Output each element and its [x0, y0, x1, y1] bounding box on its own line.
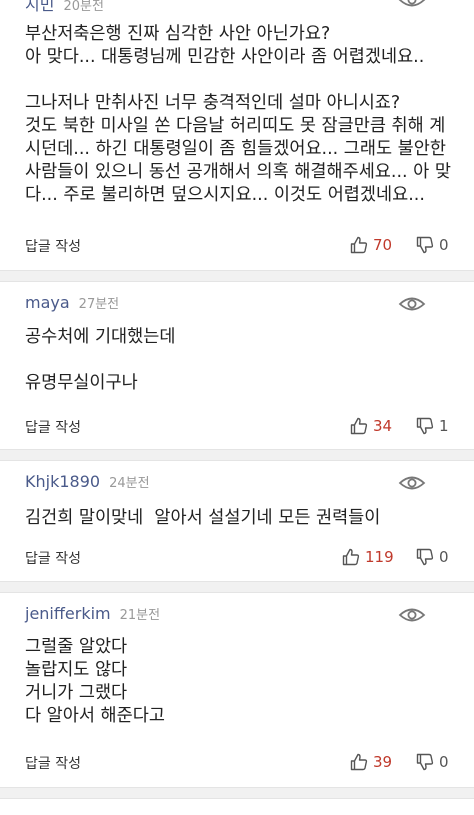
- comment-author[interactable]: Khjk1890: [25, 472, 100, 491]
- reply-button[interactable]: 답글 작성: [25, 236, 81, 256]
- like-count: 119: [365, 548, 394, 566]
- comment-time: 21분전: [119, 608, 161, 623]
- thumbs-down-icon: [416, 417, 434, 435]
- comment-divider: [0, 787, 474, 799]
- comment-body: 공수처에 기대했는데 유명무실이구나: [25, 327, 176, 393]
- thumbs-down-icon: [416, 548, 434, 566]
- dislike-button[interactable]: 1: [416, 416, 449, 436]
- comment-body: 김건희 말이맞네 알아서 설설기네 모든 권력들이: [25, 508, 381, 528]
- comment-divider: [0, 581, 474, 593]
- dislike-count: 0: [439, 753, 449, 771]
- dislike-button[interactable]: 0: [416, 547, 449, 567]
- thumbs-up-icon: [350, 236, 368, 254]
- eye-icon[interactable]: [398, 474, 426, 492]
- thumbs-up-icon: [350, 753, 368, 771]
- like-button[interactable]: 70: [350, 235, 392, 255]
- comment-author[interactable]: 지민: [25, 0, 54, 15]
- eye-icon[interactable]: [398, 0, 426, 9]
- eye-icon[interactable]: [398, 606, 426, 624]
- comment-author[interactable]: maya: [25, 293, 70, 312]
- like-button[interactable]: 34: [350, 416, 392, 436]
- comment-body: 그럴줄 알았다 놀랍지도 않다 거니가 그랬다 다 알아서 해준다고: [25, 637, 165, 726]
- thumbs-up-icon: [350, 417, 368, 435]
- comment-header: Khjk1890 24분전: [25, 472, 150, 496]
- dislike-button[interactable]: 0: [416, 752, 449, 772]
- dislike-count: 0: [439, 236, 449, 254]
- comment-divider: [0, 270, 474, 282]
- thumbs-down-icon: [416, 753, 434, 771]
- reply-button[interactable]: 답글 작성: [25, 548, 81, 568]
- like-count: 39: [373, 753, 393, 771]
- comment-body: 부산저축은행 진짜 심각한 사안 아닌가요? 아 맞다... 대통령님께 민감한…: [25, 24, 451, 205]
- dislike-count: 1: [439, 417, 449, 435]
- comment-time: 20분전: [63, 0, 104, 14]
- comment-list: 지민 20분전 부산저축은행 진짜 심각한 사안 아닌가요? 아 맞다... 대…: [0, 0, 474, 815]
- dislike-button[interactable]: 0: [416, 235, 449, 255]
- comment-author[interactable]: jenifferkim: [25, 604, 111, 623]
- like-count: 34: [373, 417, 393, 435]
- comment-divider: [0, 449, 474, 461]
- dislike-count: 0: [439, 548, 449, 566]
- reply-button[interactable]: 답글 작성: [25, 753, 81, 773]
- comment-time: 27분전: [78, 297, 120, 312]
- thumbs-up-icon: [342, 548, 360, 566]
- eye-icon[interactable]: [398, 295, 426, 313]
- like-count: 70: [373, 236, 393, 254]
- like-button[interactable]: 119: [342, 547, 394, 567]
- comment-header: 지민 20분전: [25, 0, 104, 15]
- thumbs-down-icon: [416, 236, 434, 254]
- comment-header: jenifferkim 21분전: [25, 604, 160, 628]
- comment-header: maya 27분전: [25, 293, 119, 317]
- like-button[interactable]: 39: [350, 752, 392, 772]
- reply-button[interactable]: 답글 작성: [25, 417, 81, 437]
- comment-time: 24분전: [109, 476, 150, 491]
